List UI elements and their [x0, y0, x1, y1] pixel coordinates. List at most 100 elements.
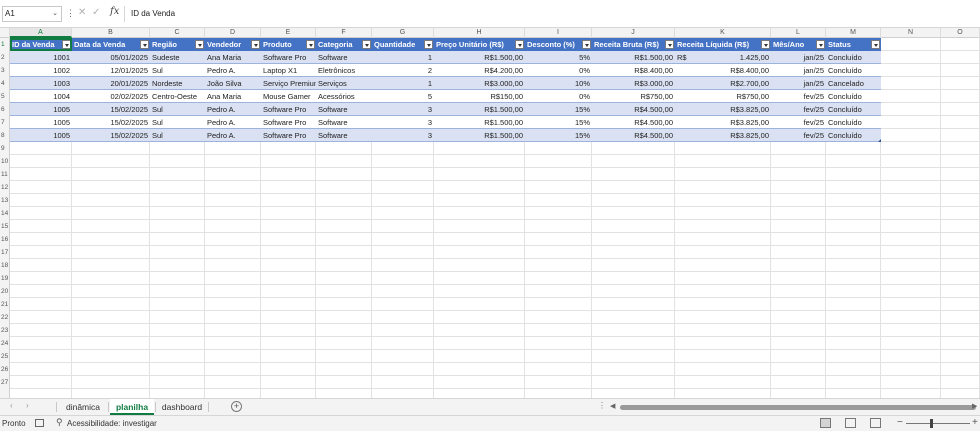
normal-view-icon[interactable] [820, 418, 831, 428]
table-cell-vendedor[interactable]: Pedro A. [205, 129, 261, 142]
table-cell-categoria[interactable]: Serviços [316, 77, 372, 90]
row-header[interactable]: 25 [0, 350, 10, 363]
table-cell-qtd[interactable]: 1 [372, 77, 434, 90]
column-header-a[interactable]: A [10, 28, 72, 38]
table-cell-status[interactable]: Cancelado [826, 77, 881, 90]
table-resize-handle[interactable] [878, 139, 881, 142]
table-cell-desconto[interactable]: 15% [525, 116, 592, 129]
table-row[interactable]: 1001 05/01/2025 Sudeste Ana Maria Software P… [10, 51, 881, 64]
filter-dropdown-icon[interactable] [515, 40, 524, 49]
prev-sheet-icon[interactable]: ‹ [10, 401, 13, 410]
chevron-down-icon[interactable]: ⌄ [52, 7, 58, 21]
row-header[interactable]: 1 [0, 38, 10, 51]
column-header-d[interactable]: D [205, 28, 261, 38]
scroll-left-icon[interactable]: ◀ [610, 402, 615, 410]
table-cell-categoria[interactable]: Software [316, 51, 372, 64]
row-header[interactable]: 24 [0, 337, 10, 350]
column-header-k[interactable]: K [675, 28, 771, 38]
table-cell-bruta[interactable]: R$750,00 [592, 90, 675, 103]
table-cell-mes[interactable]: fev/25 [771, 116, 826, 129]
column-header-i[interactable]: I [525, 28, 592, 38]
table-cell-preco[interactable]: R$1.500,00 [434, 103, 525, 116]
table-cell-mes[interactable]: jan/25 [771, 64, 826, 77]
table-row[interactable]: 1002 12/01/2025 Sul Pedro A. Laptop X1 Eletrô… [10, 64, 881, 77]
filter-dropdown-icon[interactable] [306, 40, 315, 49]
column-header-n[interactable]: N [881, 28, 941, 38]
scroll-right-icon[interactable]: ▶ [972, 402, 977, 410]
table-cell-mes[interactable]: jan/25 [771, 77, 826, 90]
table-cell-mes[interactable]: fev/25 [771, 129, 826, 142]
column-header-h[interactable]: H [434, 28, 525, 38]
more-options-icon[interactable]: ⋮ [598, 401, 606, 410]
table-row[interactable]: 1004 02/02/2025 Centro-Oeste Ana Maria Mouse… [10, 90, 881, 103]
table-cell-status[interactable]: Concluído [826, 64, 881, 77]
column-header-c[interactable]: C [150, 28, 205, 38]
column-header-e[interactable]: E [261, 28, 316, 38]
table-cell-regiao[interactable]: Sul [150, 103, 205, 116]
table-cell-liquida[interactable]: R$8.400,00 [675, 64, 771, 77]
filter-dropdown-icon[interactable] [140, 40, 149, 49]
table-cell-vendedor[interactable]: Ana Maria [205, 51, 261, 64]
table-cell-bruta[interactable]: R$1.500,00 [592, 51, 675, 64]
table-cell-id[interactable]: 1005 [10, 103, 72, 116]
worksheet-grid[interactable]: ABCDEFGHIJKLMNO 1 2 3 4 5 6 7 8 9 10 11 12 13 14 15 16 1… [0, 28, 980, 398]
table-cell-data[interactable]: 15/02/2025 [72, 103, 150, 116]
column-header-f[interactable]: F [316, 28, 372, 38]
table-cell-status[interactable]: Concluído [826, 103, 881, 116]
row-header[interactable]: 8 [0, 129, 10, 142]
zoom-in-icon[interactable]: + [972, 417, 978, 428]
filter-dropdown-icon[interactable] [195, 40, 204, 49]
table-cell-qtd[interactable]: 2 [372, 64, 434, 77]
header-cell[interactable]: Receita Líquida (R$) [675, 38, 760, 51]
row-header[interactable]: 18 [0, 259, 10, 272]
cell-area[interactable]: ID da Venda Data da Venda Região Vendedor Pr… [10, 38, 980, 398]
table-row[interactable]: 1005 15/02/2025 Sul Pedro A. Software Pro Sof… [10, 103, 881, 116]
header-cell[interactable]: Receita Bruta (R$) [592, 38, 664, 51]
row-header[interactable]: 9 [0, 142, 10, 155]
table-cell-preco[interactable]: R$1.500,00 [434, 116, 525, 129]
header-cell[interactable]: Status [826, 38, 870, 51]
table-cell-liquida[interactable]: R$3.825,00 [675, 129, 771, 142]
table-cell-vendedor[interactable]: Pedro A. [205, 103, 261, 116]
table-cell-preco[interactable]: R$150,00 [434, 90, 525, 103]
horizontal-scrollbar[interactable] [620, 405, 976, 410]
table-cell-produto[interactable]: Software Pro [261, 51, 316, 64]
column-header-o[interactable]: O [941, 28, 980, 38]
table-cell-regiao[interactable]: Sul [150, 64, 205, 77]
row-header[interactable]: 22 [0, 311, 10, 324]
row-header[interactable]: 16 [0, 233, 10, 246]
filter-dropdown-icon[interactable] [251, 40, 260, 49]
table-cell-preco[interactable]: R$4.200,00 [434, 64, 525, 77]
more-options-icon[interactable]: ⋮ [66, 8, 75, 19]
row-header[interactable]: 17 [0, 246, 10, 259]
table-cell-liquida[interactable]: R$3.825,00 [675, 116, 771, 129]
table-cell-id[interactable]: 1005 [10, 116, 72, 129]
header-cell[interactable]: Preço Unitário (R$) [434, 38, 514, 51]
zoom-out-icon[interactable]: − [897, 417, 903, 428]
table-cell-produto[interactable]: Software Pro [261, 116, 316, 129]
row-header[interactable]: 26 [0, 363, 10, 376]
table-cell-liquida[interactable]: R$3.825,00 [675, 103, 771, 116]
header-cell[interactable]: Vendedor [205, 38, 250, 51]
table-cell-vendedor[interactable]: Pedro A. [205, 64, 261, 77]
filter-dropdown-icon[interactable] [665, 40, 674, 49]
table-cell-desconto[interactable]: 15% [525, 103, 592, 116]
table-cell-qtd[interactable]: 3 [372, 129, 434, 142]
row-header[interactable]: 19 [0, 272, 10, 285]
header-cell[interactable]: Desconto (%) [525, 38, 581, 51]
page-break-view-icon[interactable] [870, 418, 881, 428]
table-cell-qtd[interactable]: 3 [372, 103, 434, 116]
column-header-g[interactable]: G [372, 28, 434, 38]
page-layout-view-icon[interactable] [845, 418, 856, 428]
table-cell-preco[interactable]: R$1.500,00 [434, 129, 525, 142]
table-cell-desconto[interactable]: 0% [525, 64, 592, 77]
table-cell-categoria[interactable]: Software [316, 129, 372, 142]
table-cell-id[interactable]: 1004 [10, 90, 72, 103]
table-cell-produto[interactable]: Serviço Premium [261, 77, 316, 90]
zoom-slider-handle[interactable] [930, 419, 933, 428]
table-cell-id[interactable]: 1003 [10, 77, 72, 90]
row-header[interactable]: 15 [0, 220, 10, 233]
row-header[interactable]: 12 [0, 181, 10, 194]
table-cell-qtd[interactable]: 3 [372, 116, 434, 129]
table-cell-desconto[interactable]: 15% [525, 129, 592, 142]
